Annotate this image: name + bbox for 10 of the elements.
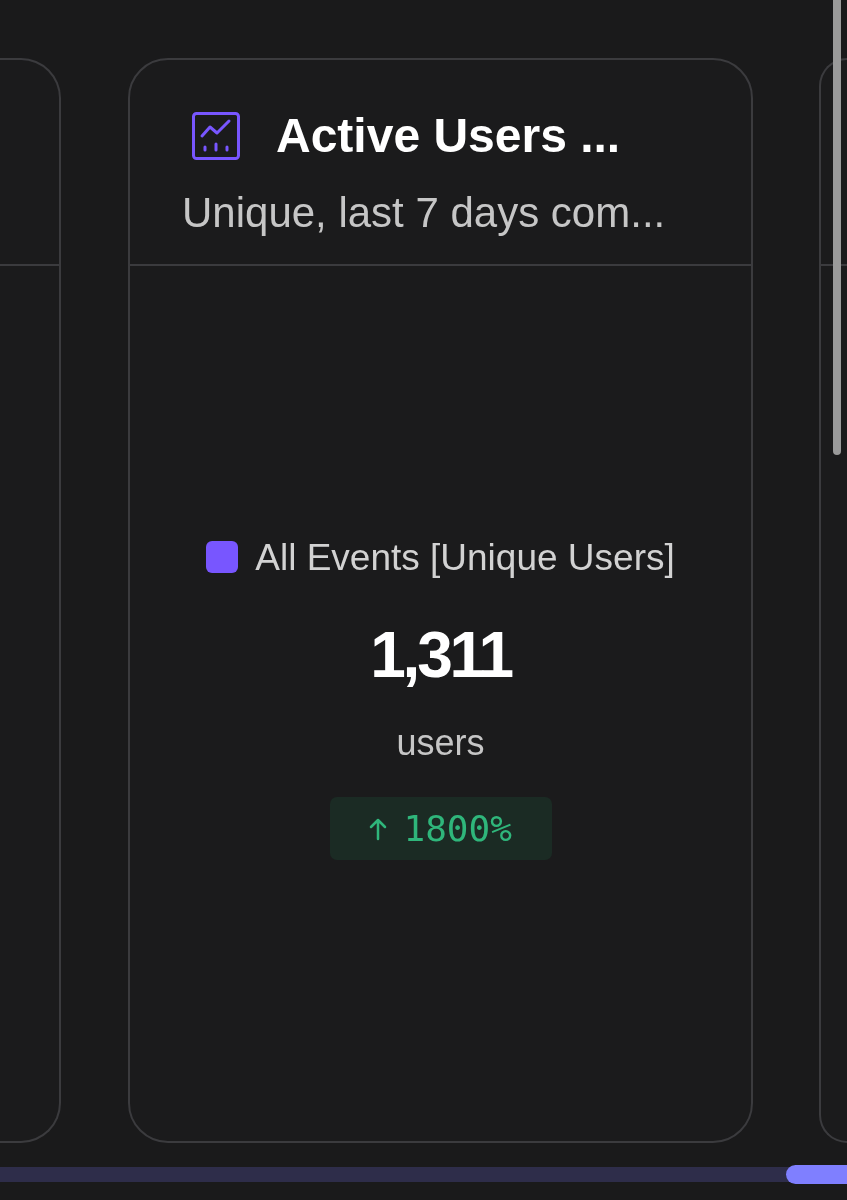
chart-icon	[192, 112, 240, 160]
metric-value: 1,311	[370, 623, 511, 687]
card-subtitle: Unique, last 7 days com...	[182, 192, 667, 234]
metric-unit: users	[396, 725, 485, 761]
scrollbar-thumb[interactable]	[833, 0, 841, 455]
scrollbar-track[interactable]	[0, 1167, 847, 1182]
legend-label: All Events [Unique Users]	[255, 538, 675, 576]
scrollbar-thumb[interactable]	[786, 1165, 847, 1184]
change-percentage: 1800%	[403, 810, 512, 847]
card-title: Active Users ...	[276, 112, 621, 160]
